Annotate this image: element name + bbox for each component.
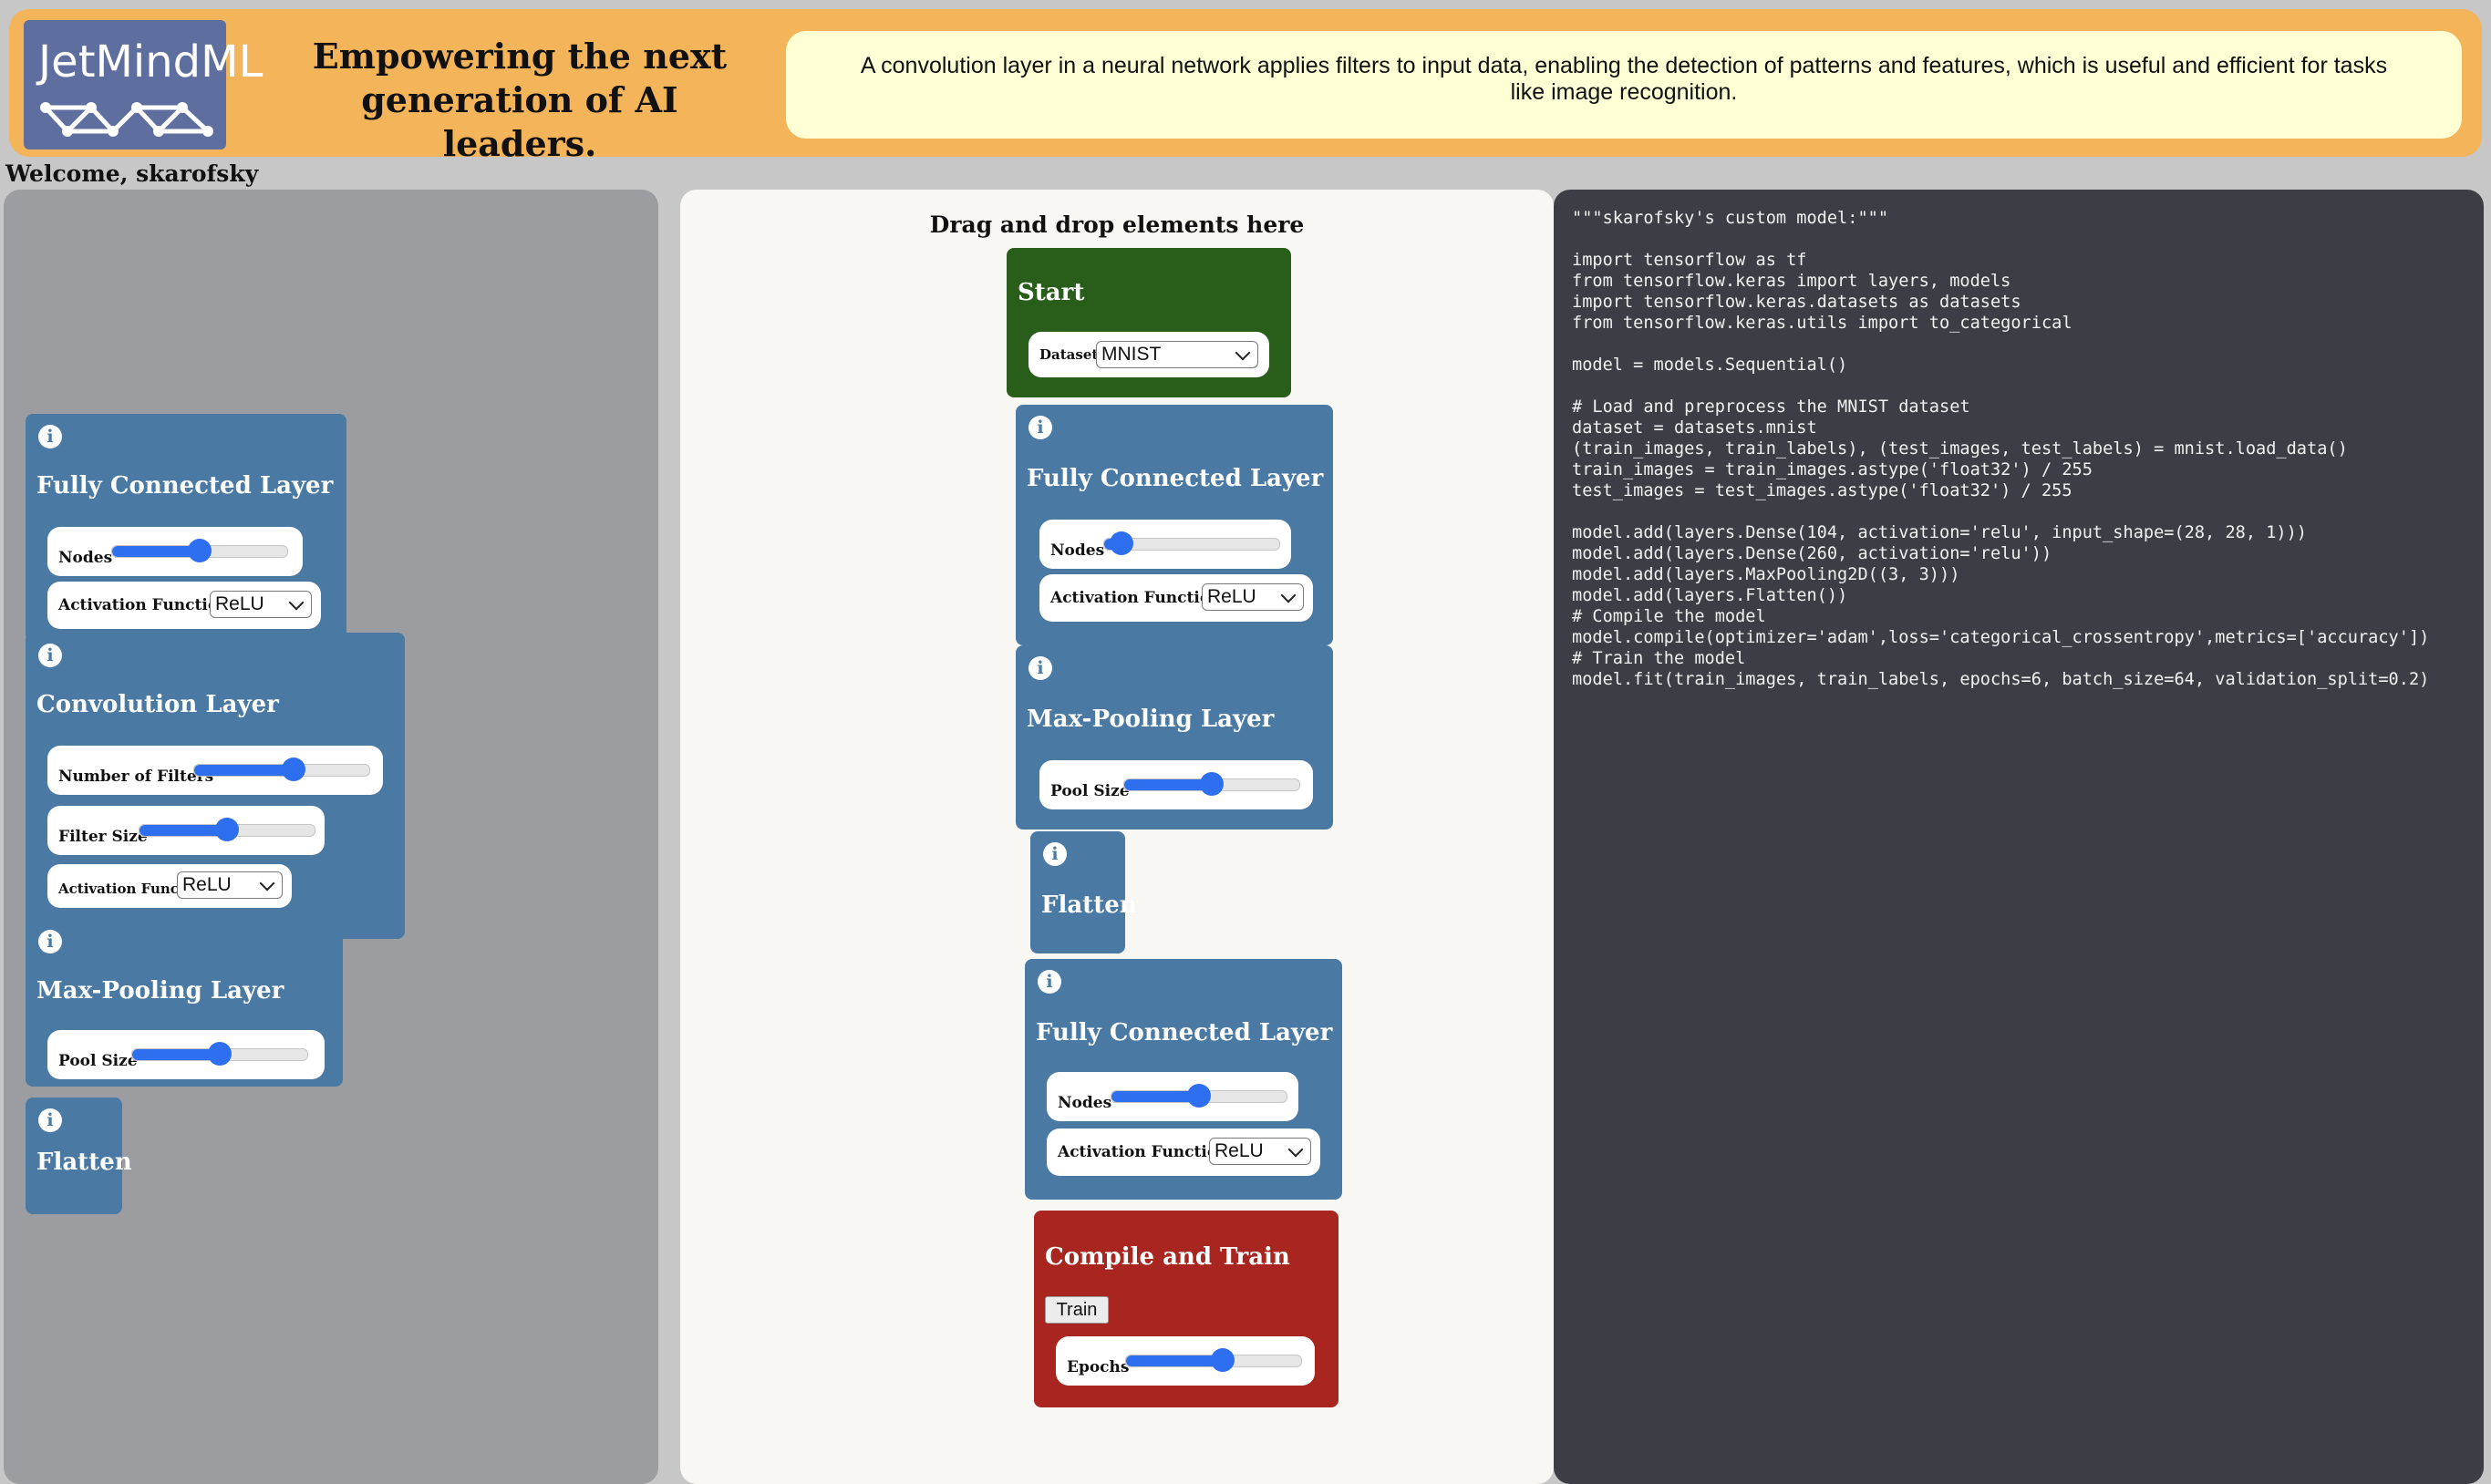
activation-label: Activation Function xyxy=(58,596,230,614)
info-icon[interactable]: i xyxy=(1043,842,1067,866)
activation-select-value: ReLU xyxy=(215,593,264,614)
chevron-down-icon xyxy=(288,594,305,611)
model-canvas[interactable]: Drag and drop elements here Start Datase… xyxy=(680,190,1554,1484)
nodes-label: Nodes xyxy=(58,549,113,567)
filter-size-label: Filter Size xyxy=(58,828,148,846)
activation-select[interactable]: ReLU xyxy=(1209,1138,1311,1165)
block-title: Max-Pooling Layer xyxy=(36,977,284,1005)
pool-size-slider[interactable] xyxy=(131,1042,308,1066)
dataset-select-value: MNIST xyxy=(1101,344,1162,365)
block-title: Convolution Layer xyxy=(36,691,279,718)
nodes-slider[interactable] xyxy=(1111,1084,1287,1108)
info-icon[interactable]: i xyxy=(38,425,62,448)
activation-label: Activation Function xyxy=(1058,1143,1229,1161)
layer-description: A convolution layer in a neural network … xyxy=(786,31,2462,139)
block-title: Fully Connected Layer xyxy=(36,472,334,500)
activation-select[interactable]: ReLU xyxy=(1202,583,1304,611)
layer-palette: i Fully Connected Layer Nodes Activation… xyxy=(4,190,658,1484)
nodes-label: Nodes xyxy=(1050,541,1105,560)
canvas-title: Drag and drop elements here xyxy=(929,211,1305,238)
block-title: Fully Connected Layer xyxy=(1027,465,1324,492)
pool-size-control: Pool Size xyxy=(1039,760,1313,809)
block-title: Flatten xyxy=(36,1149,132,1176)
chevron-down-icon xyxy=(1280,587,1297,603)
block-title: Flatten xyxy=(1041,891,1137,919)
info-icon[interactable]: i xyxy=(1028,416,1052,439)
nodes-control: Nodes xyxy=(1047,1072,1298,1121)
activation-control: Activation Function ReLU xyxy=(47,582,321,629)
network-graph-icon xyxy=(40,102,213,137)
activation-select-value: ReLU xyxy=(1207,586,1256,607)
activation-control: Activation Function ReLU xyxy=(1047,1128,1320,1176)
filters-control: Number of Filters xyxy=(47,746,383,795)
info-icon[interactable]: i xyxy=(1038,970,1061,994)
block-title: Fully Connected Layer xyxy=(1036,1019,1333,1046)
chevron-down-icon xyxy=(1235,345,1251,361)
palette-max-pooling-layer[interactable]: i Max-Pooling Layer Pool Size xyxy=(26,919,343,1087)
tagline: Empowering the next generation of AI lea… xyxy=(312,36,728,164)
activation-select[interactable]: ReLU xyxy=(210,591,312,618)
epochs-control: Epochs xyxy=(1056,1336,1315,1386)
compile-and-train-block[interactable]: Compile and Train Train Epochs xyxy=(1034,1211,1339,1407)
nodes-slider[interactable] xyxy=(1103,531,1280,555)
start-block[interactable]: Start Dataset MNIST xyxy=(1007,248,1291,397)
activation-select-value: ReLU xyxy=(182,874,232,895)
pool-size-label: Pool Size xyxy=(1050,782,1130,800)
block-title: Start xyxy=(1018,279,1085,306)
activation-select[interactable]: ReLU xyxy=(177,871,283,899)
info-icon[interactable]: i xyxy=(38,1108,62,1132)
filters-slider[interactable] xyxy=(193,757,370,781)
nodes-control: Nodes xyxy=(1039,520,1291,569)
dataset-label: Dataset xyxy=(1039,346,1099,363)
logo[interactable]: JetMindML xyxy=(24,20,263,149)
activation-select-value: ReLU xyxy=(1214,1140,1264,1161)
palette-flatten-layer[interactable]: i Flatten xyxy=(26,1098,132,1214)
activation-control: Activation Function ReLU xyxy=(1039,574,1313,622)
pool-size-label: Pool Size xyxy=(58,1052,138,1070)
info-icon[interactable]: i xyxy=(1028,656,1052,680)
chevron-down-icon xyxy=(259,875,275,891)
palette-fully-connected-layer[interactable]: i Fully Connected Layer Nodes Activation… xyxy=(26,414,346,642)
epochs-slider[interactable] xyxy=(1125,1348,1302,1372)
canvas-flatten-layer[interactable]: i Flatten xyxy=(1030,831,1137,953)
palette-convolution-layer[interactable]: i Convolution Layer Number of Filters Fi… xyxy=(26,633,405,939)
epochs-label: Epochs xyxy=(1067,1358,1130,1376)
train-button[interactable]: Train xyxy=(1045,1296,1109,1324)
activation-label: Activation Function xyxy=(1050,589,1222,607)
logo-text: JetMindML xyxy=(38,36,264,88)
canvas-max-pooling-layer[interactable]: i Max-Pooling Layer Pool Size xyxy=(1016,645,1333,830)
activation-control: Activation Function ReLU xyxy=(47,864,292,908)
filter-size-control: Filter Size xyxy=(47,806,325,855)
info-icon[interactable]: i xyxy=(38,644,62,667)
block-title: Max-Pooling Layer xyxy=(1027,706,1275,733)
pool-size-control: Pool Size xyxy=(47,1030,325,1079)
filter-size-slider[interactable] xyxy=(139,818,315,841)
info-icon[interactable]: i xyxy=(38,930,62,953)
pool-size-slider[interactable] xyxy=(1123,772,1300,796)
generated-code[interactable]: """skarofsky's custom model:""" import t… xyxy=(1572,208,2429,690)
canvas-fully-connected-layer-2[interactable]: i Fully Connected Layer Nodes Activation… xyxy=(1025,959,1342,1200)
filters-label: Number of Filters xyxy=(58,768,214,786)
dataset-control: Dataset MNIST xyxy=(1028,332,1269,377)
nodes-label: Nodes xyxy=(1058,1094,1112,1112)
chevron-down-icon xyxy=(1287,1141,1304,1158)
canvas-fully-connected-layer-1[interactable]: i Fully Connected Layer Nodes Activation… xyxy=(1016,405,1333,645)
block-title: Compile and Train xyxy=(1045,1243,1290,1271)
nodes-control: Nodes xyxy=(47,527,303,576)
welcome-message: Welcome, skarofsky xyxy=(5,160,259,187)
generated-code-panel: """skarofsky's custom model:""" import t… xyxy=(1554,190,2484,1484)
header: JetMindML Empowering the next generation… xyxy=(9,9,2482,164)
nodes-slider[interactable] xyxy=(111,539,288,562)
dataset-select[interactable]: MNIST xyxy=(1096,341,1258,368)
